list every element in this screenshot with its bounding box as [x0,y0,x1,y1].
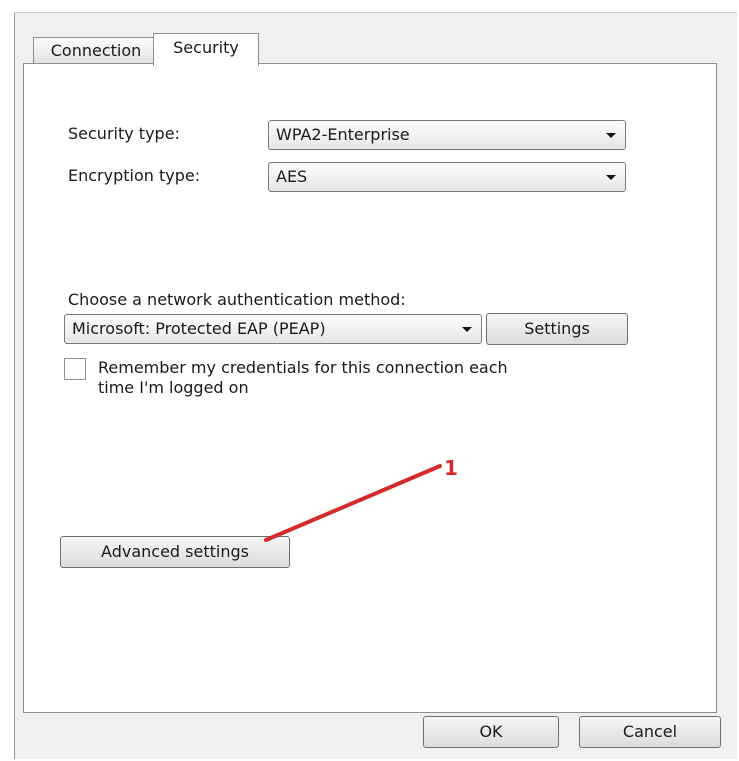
remember-line-2: time I'm logged on [98,378,249,397]
annotation-number: 1 [444,456,458,480]
encryption-type-label: Encryption type: [68,166,201,185]
tab-security[interactable]: Security [153,33,259,66]
chevron-down-icon [606,133,616,138]
auth-method-value: Microsoft: Protected EAP (PEAP) [72,319,326,338]
chevron-down-icon [462,327,472,332]
encryption-type-dropdown[interactable]: AES [268,162,626,192]
cancel-button[interactable]: Cancel [579,716,721,748]
encryption-type-value: AES [276,167,308,186]
security-panel: Security type: WPA2-Enterprise Encryptio… [23,63,717,713]
security-type-value: WPA2-Enterprise [276,125,410,144]
remember-line-1: Remember my credentials for this connect… [98,358,508,377]
auth-method-dropdown[interactable]: Microsoft: Protected EAP (PEAP) [64,314,482,344]
tab-connection[interactable]: Connection [33,37,159,63]
auth-method-label: Choose a network authentication method: [68,290,406,309]
chevron-down-icon [606,175,616,180]
security-type-dropdown[interactable]: WPA2-Enterprise [268,120,626,150]
security-type-label: Security type: [68,124,180,143]
ok-button[interactable]: OK [423,716,559,748]
remember-credentials-checkbox[interactable] [64,358,86,380]
remember-credentials-text: Remember my credentials for this connect… [98,358,508,398]
advanced-settings-button[interactable]: Advanced settings [60,536,290,568]
auth-settings-button[interactable]: Settings [486,313,628,345]
dialog-window: Connection Security Security type: WPA2-… [14,12,737,759]
